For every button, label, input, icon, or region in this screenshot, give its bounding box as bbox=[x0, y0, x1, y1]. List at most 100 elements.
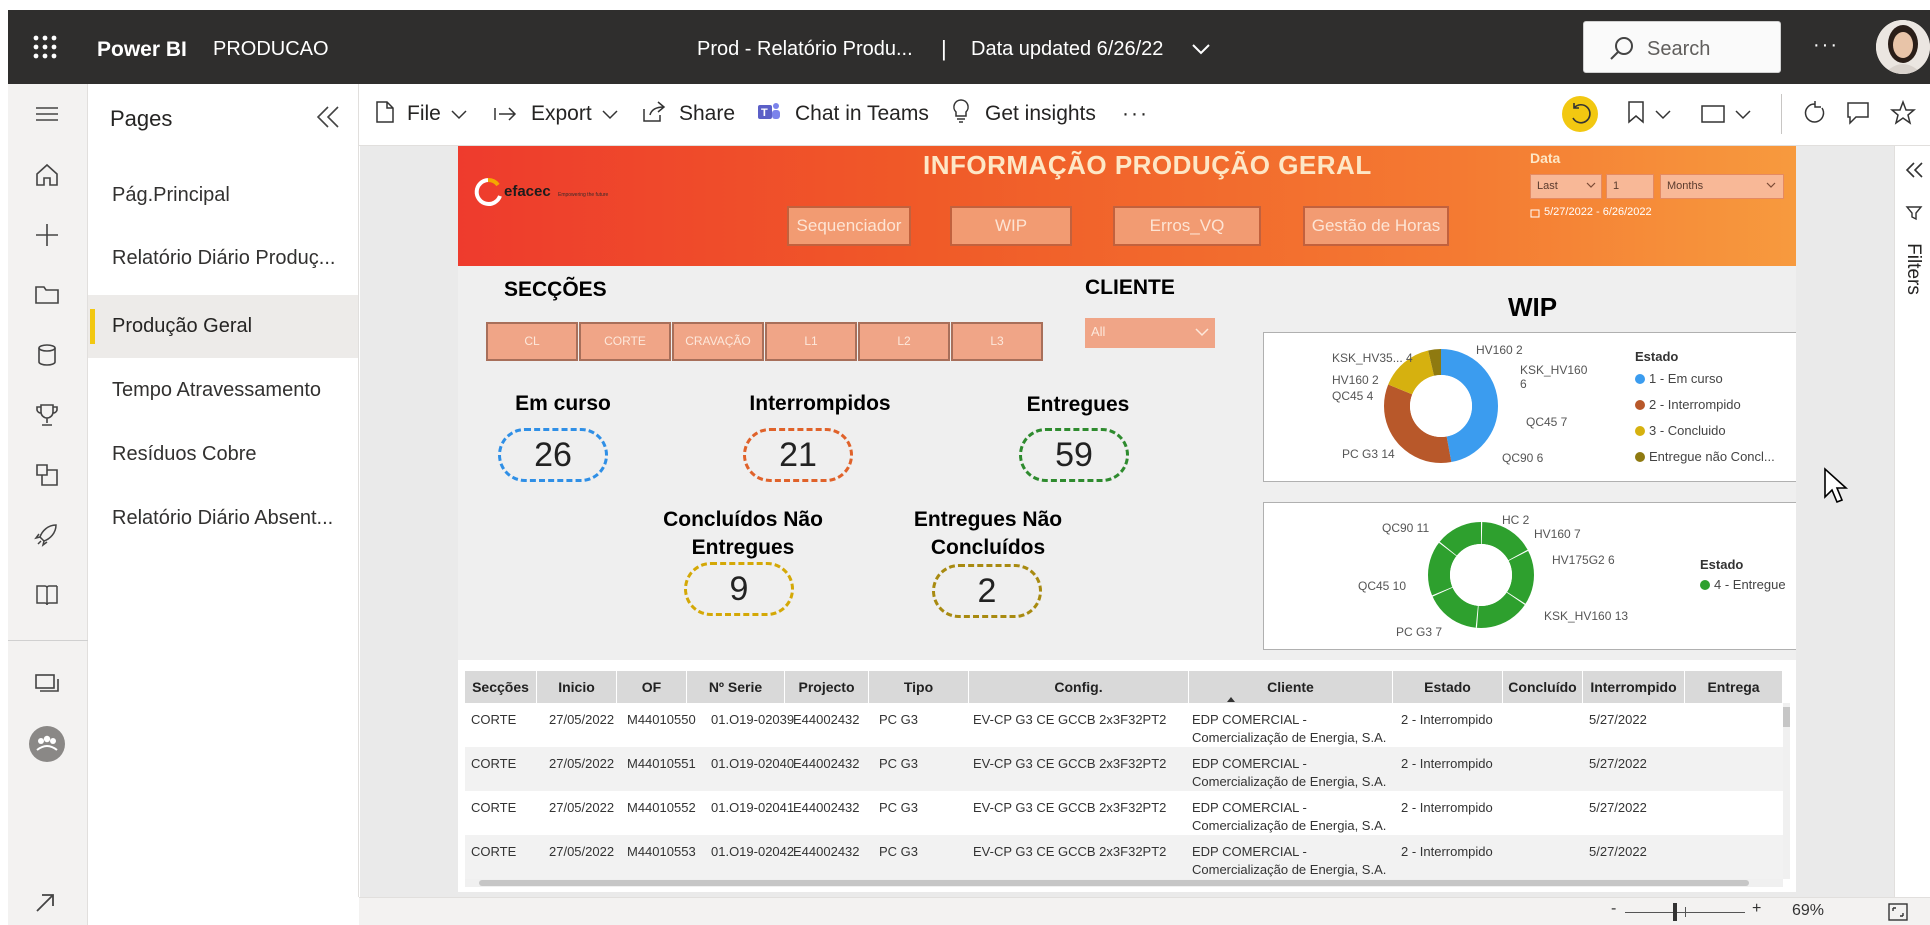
table-header[interactable]: Entrega bbox=[1685, 671, 1783, 703]
expand-arrow-icon[interactable] bbox=[34, 892, 56, 914]
section-button-cl[interactable]: CL bbox=[486, 322, 578, 361]
sort-ascending-icon[interactable] bbox=[1227, 697, 1235, 702]
table-header[interactable]: Cliente bbox=[1189, 671, 1393, 703]
donut-1-legend-item[interactable]: 2 - Interrompido bbox=[1635, 397, 1741, 412]
table-header[interactable]: Nº Serie bbox=[687, 671, 785, 703]
nav-button-gestao-horas[interactable]: Gestão de Horas bbox=[1303, 206, 1449, 246]
page-item-relatorio-diario-producao[interactable]: Relatório Diário Produç... bbox=[88, 227, 358, 290]
table-row[interactable]: CORTE 27/05/2022 M44010551 01.O19-02040 … bbox=[465, 747, 1783, 791]
workspaces-icon[interactable] bbox=[34, 672, 60, 696]
nav-button-sequenciador[interactable]: Sequenciador bbox=[787, 206, 911, 246]
browse-folder-icon[interactable] bbox=[34, 282, 60, 306]
table-header[interactable]: Projecto bbox=[785, 671, 869, 703]
user-avatar[interactable] bbox=[1876, 20, 1930, 74]
chevron-down-icon[interactable] bbox=[1735, 110, 1751, 120]
production-table: Secções Inicio OF Nº Serie Projecto Tipo… bbox=[465, 671, 1790, 889]
cell-cliente: EDP COMERCIAL - bbox=[1192, 712, 1307, 727]
app-launcher-icon[interactable] bbox=[32, 34, 58, 60]
comment-icon[interactable] bbox=[1846, 101, 1870, 125]
client-select[interactable]: All bbox=[1085, 318, 1215, 348]
export-menu[interactable]: Export bbox=[531, 102, 592, 126]
date-count-input[interactable]: 1 bbox=[1606, 174, 1654, 199]
table-header[interactable]: Interrompido bbox=[1583, 671, 1685, 703]
share-button[interactable]: Share bbox=[679, 102, 735, 126]
donut-1-legend-item[interactable]: 3 - Concluido bbox=[1635, 423, 1726, 438]
get-insights-button[interactable]: Get insights bbox=[985, 102, 1096, 126]
app-brand[interactable]: Power BI bbox=[97, 38, 187, 62]
home-icon[interactable] bbox=[34, 162, 60, 188]
cell-of: M44010551 bbox=[627, 756, 696, 771]
favorite-star-icon[interactable] bbox=[1890, 100, 1916, 126]
goals-trophy-icon[interactable] bbox=[34, 402, 60, 428]
table-vertical-scrollbar[interactable] bbox=[1783, 703, 1790, 879]
donut-2-legend-item[interactable]: 4 - Entregue bbox=[1700, 577, 1786, 592]
cell-n-serie: 01.O19-02041 bbox=[711, 800, 795, 815]
chat-in-teams-button[interactable]: Chat in Teams bbox=[795, 102, 929, 126]
section-button-cravacao[interactable]: CRAVAÇÃO bbox=[672, 322, 764, 361]
date-range-text: 5/27/2022 - 6/26/2022 bbox=[1544, 206, 1652, 218]
donut-1-legend-item[interactable]: 1 - Em curso bbox=[1635, 371, 1723, 386]
kpi-title-concluidos-nao-entregues: Concluídos Não Entregues bbox=[663, 508, 823, 559]
report-title[interactable]: Prod - Relatório Produ... bbox=[697, 38, 913, 61]
expand-filters-icon[interactable] bbox=[1903, 160, 1925, 180]
cell-n-serie: 01.O19-02039 bbox=[711, 712, 795, 727]
zoom-out-button[interactable]: - bbox=[1611, 900, 1616, 918]
chevron-down-icon[interactable] bbox=[451, 110, 467, 120]
filters-pane-collapsed[interactable]: Filters bbox=[1894, 146, 1930, 897]
table-header[interactable]: Estado bbox=[1393, 671, 1503, 703]
chevron-down-icon[interactable] bbox=[1191, 42, 1211, 56]
section-button-l2[interactable]: L2 bbox=[858, 322, 950, 361]
workspace-people-icon[interactable] bbox=[29, 726, 65, 762]
zoom-in-button[interactable]: + bbox=[1752, 900, 1761, 918]
bookmark-icon[interactable] bbox=[1627, 100, 1645, 124]
page-item-residuos-cobre[interactable]: Resíduos Cobre bbox=[88, 423, 358, 486]
scrollbar-thumb[interactable] bbox=[1783, 707, 1790, 727]
zoom-percentage[interactable]: 69% bbox=[1792, 902, 1824, 920]
table-header[interactable]: Concluído bbox=[1503, 671, 1583, 703]
view-icon[interactable] bbox=[1700, 104, 1726, 124]
cell-tipo: PC G3 bbox=[879, 712, 919, 727]
donut-2-label: QC45 10 bbox=[1358, 579, 1407, 593]
table-row[interactable]: CORTE 27/05/2022 M44010550 01.O19-02039 … bbox=[465, 703, 1783, 747]
table-header[interactable]: Secções bbox=[465, 671, 537, 703]
collapse-pages-icon[interactable] bbox=[314, 104, 342, 130]
page-item-pag-principal[interactable]: Pág.Principal bbox=[88, 164, 358, 227]
report-page: efacec Empowering the future INFORMAÇÃO … bbox=[458, 146, 1796, 892]
table-header[interactable]: Config. bbox=[969, 671, 1189, 703]
file-menu[interactable]: File bbox=[407, 102, 441, 126]
fit-to-page-icon[interactable] bbox=[1887, 902, 1909, 922]
data-updated-label[interactable]: Data updated 6/26/22 bbox=[971, 38, 1163, 61]
more-options-icon[interactable]: ··· bbox=[1813, 34, 1839, 57]
more-commands-icon[interactable]: ··· bbox=[1122, 102, 1149, 126]
chevron-down-icon[interactable] bbox=[602, 110, 618, 120]
refresh-icon[interactable] bbox=[1802, 100, 1828, 126]
scrollbar-thumb[interactable] bbox=[479, 880, 1749, 886]
page-item-relatorio-diario-absentismo[interactable]: Relatório Diário Absent... bbox=[88, 487, 358, 550]
page-item-tempo-atravessamento[interactable]: Tempo Atravessamento bbox=[88, 359, 358, 422]
page-item-producao-geral[interactable]: Produção Geral bbox=[88, 295, 358, 358]
chevron-down-icon[interactable] bbox=[1655, 110, 1671, 120]
nav-button-erros-vq[interactable]: Erros_VQ bbox=[1113, 206, 1261, 246]
search-box[interactable]: Search bbox=[1583, 21, 1781, 73]
workspace-name[interactable]: PRODUCAO bbox=[213, 38, 329, 61]
zoom-slider-thumb[interactable] bbox=[1673, 903, 1677, 921]
kpi-title-em-curso: Em curso bbox=[515, 392, 611, 415]
table-row[interactable]: CORTE 27/05/2022 M44010552 01.O19-02041 … bbox=[465, 791, 1783, 835]
nav-button-wip[interactable]: WIP bbox=[950, 206, 1072, 246]
create-icon[interactable] bbox=[34, 222, 60, 248]
table-header[interactable]: OF bbox=[617, 671, 687, 703]
reset-icon[interactable] bbox=[1562, 96, 1598, 132]
table-header[interactable]: Tipo bbox=[869, 671, 969, 703]
hamburger-icon[interactable] bbox=[34, 104, 60, 124]
section-button-l1[interactable]: L1 bbox=[765, 322, 857, 361]
apps-icon[interactable] bbox=[34, 462, 60, 488]
section-button-l3[interactable]: L3 bbox=[951, 322, 1043, 361]
table-header[interactable]: Inicio bbox=[537, 671, 617, 703]
learn-book-icon[interactable] bbox=[34, 582, 60, 608]
learn-rocket-icon[interactable] bbox=[34, 522, 60, 548]
legend-dot bbox=[1700, 580, 1710, 590]
donut-1-legend-item[interactable]: Entregue não Concl... bbox=[1635, 449, 1775, 464]
section-button-corte[interactable]: CORTE bbox=[579, 322, 671, 361]
data-hub-icon[interactable] bbox=[34, 342, 60, 368]
table-row[interactable]: CORTE 27/05/2022 M44010553 01.O19-02042 … bbox=[465, 835, 1783, 879]
